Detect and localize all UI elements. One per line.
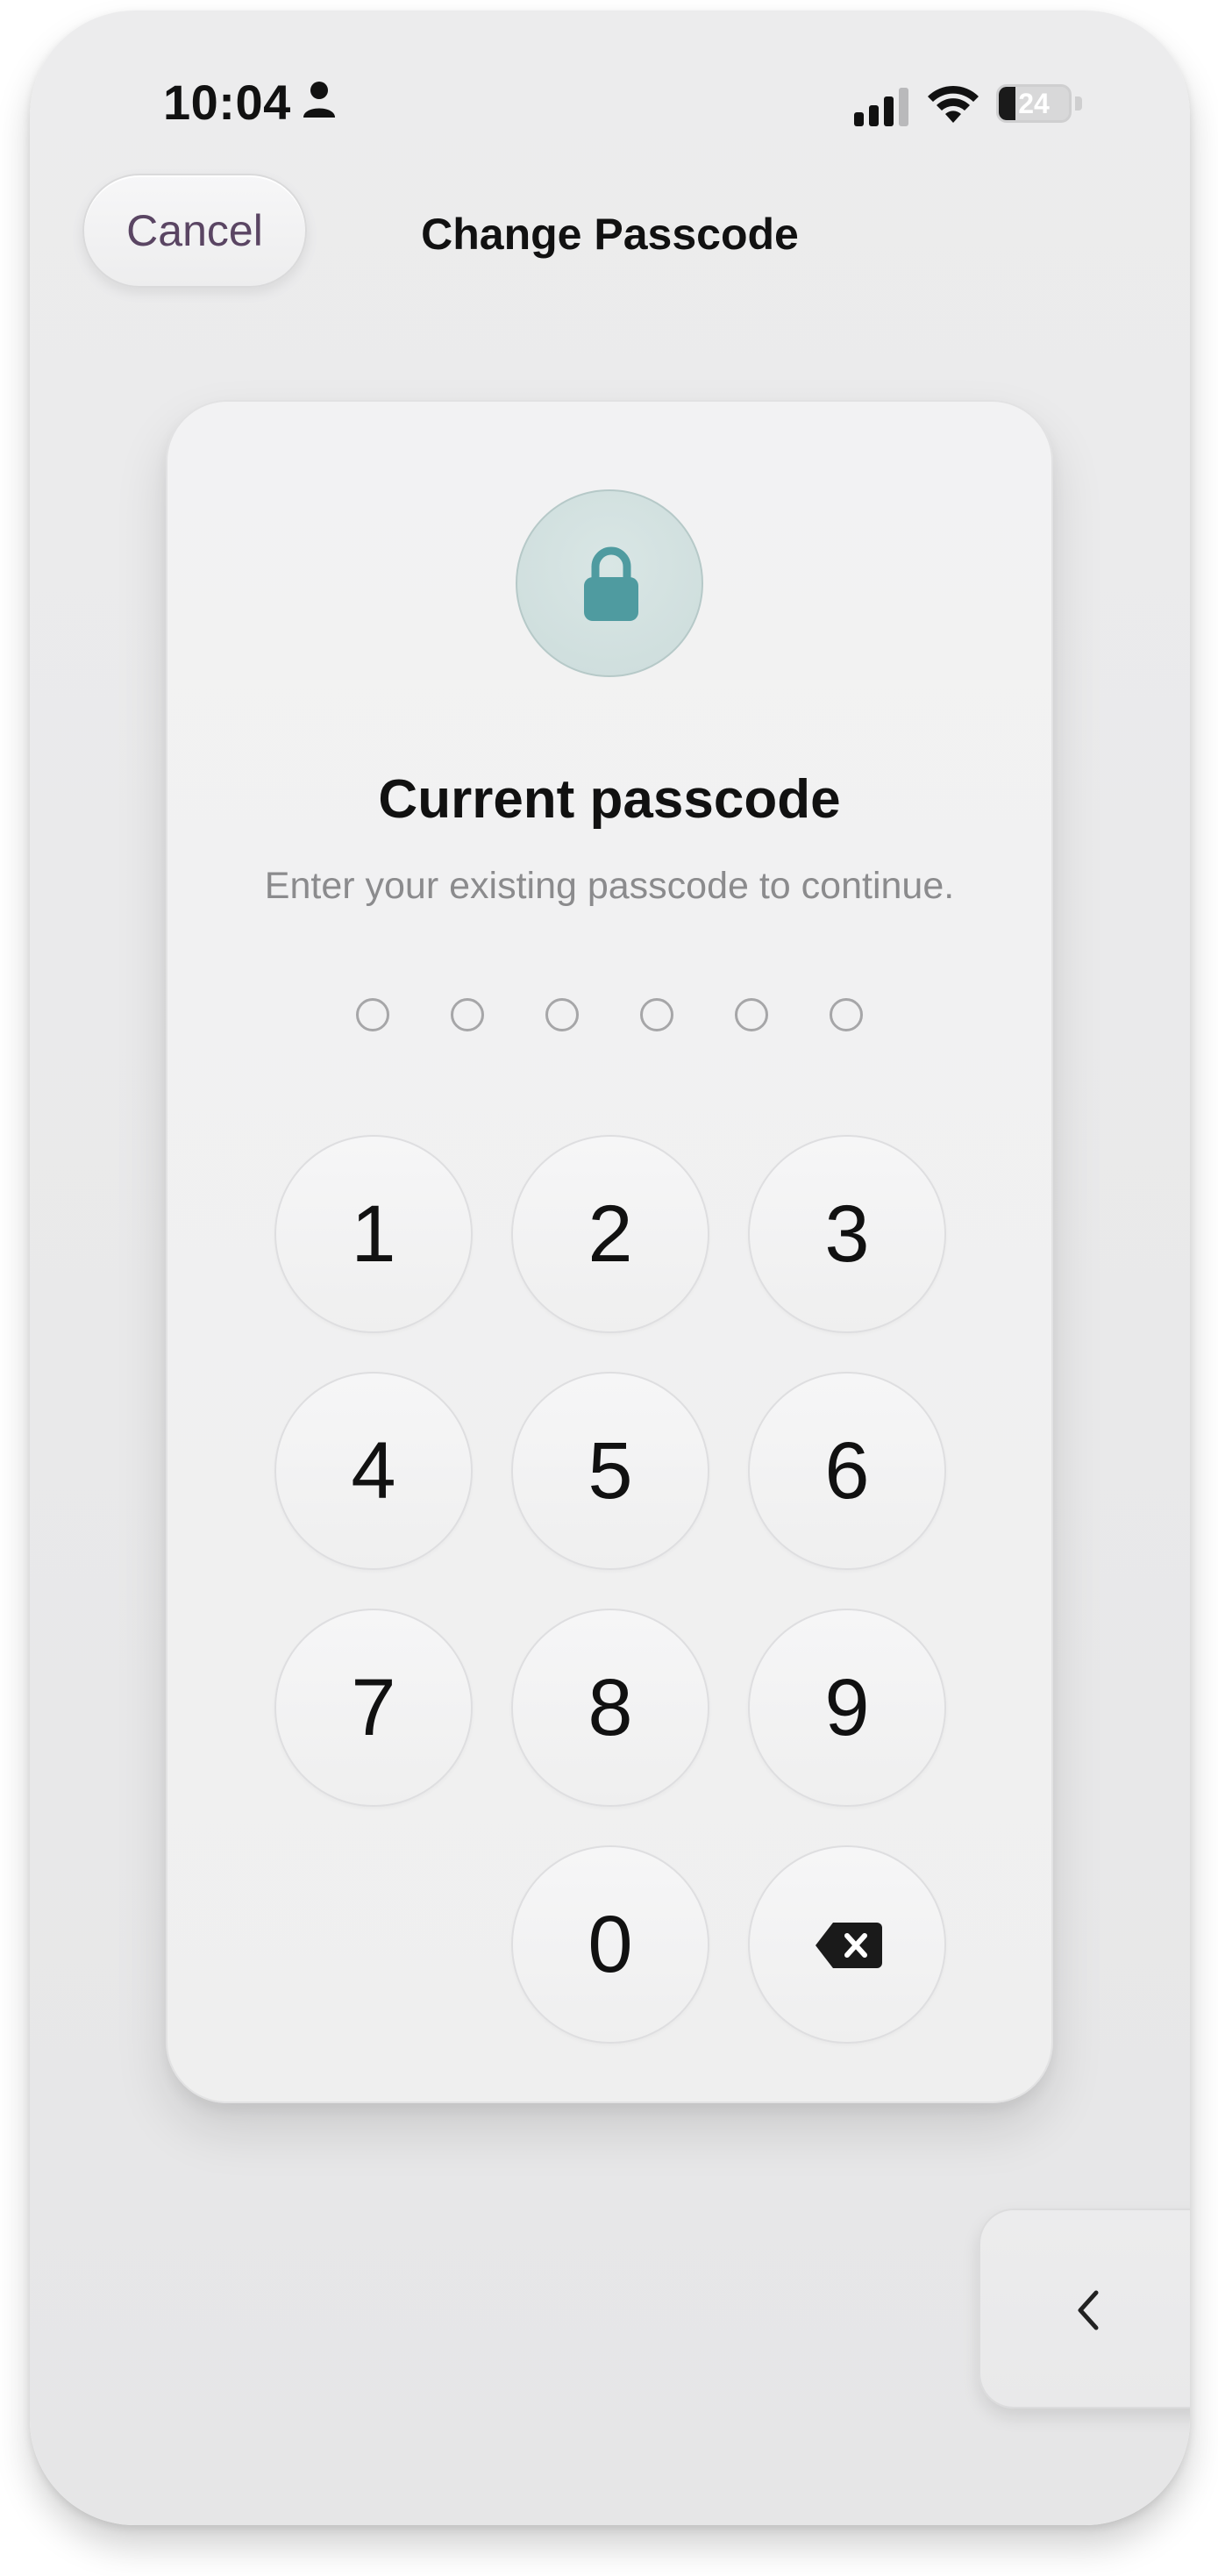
signal-icon <box>854 88 908 126</box>
key-3[interactable]: 3 <box>748 1135 946 1333</box>
passcode-dot <box>830 998 863 1031</box>
passcode-dot <box>451 998 484 1031</box>
battery-icon: 24 <box>996 84 1072 123</box>
battery-tip <box>1075 96 1082 111</box>
card-title: Current passcode <box>378 769 841 830</box>
wifi-icon <box>928 85 979 123</box>
passcode-card: Current passcode Enter your existing pas… <box>166 400 1053 2103</box>
passcode-dot <box>735 998 768 1031</box>
backspace-icon <box>816 1923 882 1968</box>
key-2[interactable]: 2 <box>511 1135 709 1333</box>
cancel-button[interactable]: Cancel <box>82 174 307 288</box>
key-6[interactable]: 6 <box>748 1372 946 1570</box>
lock-icon <box>584 546 638 621</box>
key-7[interactable]: 7 <box>274 1609 473 1807</box>
delete-button[interactable] <box>748 1845 946 2044</box>
passcode-dot <box>640 998 673 1031</box>
passcode-dot <box>545 998 579 1031</box>
card-subtitle: Enter your existing passcode to continue… <box>264 865 955 907</box>
side-tab-button[interactable] <box>979 2209 1190 2408</box>
key-1[interactable]: 1 <box>274 1135 473 1333</box>
chevron-left-icon <box>1078 2290 1099 2330</box>
key-4[interactable]: 4 <box>274 1372 473 1570</box>
status-time: 10:04 <box>163 75 291 130</box>
key-5[interactable]: 5 <box>511 1372 709 1570</box>
passcode-dot <box>356 998 389 1031</box>
passcode-dots <box>167 998 1051 1037</box>
lock-badge <box>516 489 703 677</box>
key-9[interactable]: 9 <box>748 1609 946 1807</box>
page-title: Change Passcode <box>421 210 799 259</box>
phone-screen: 10:04 24 Cancel Change Passcode Current … <box>30 11 1190 2525</box>
person-icon <box>303 82 335 118</box>
battery-level: 24 <box>1018 88 1050 119</box>
key-8[interactable]: 8 <box>511 1609 709 1807</box>
key-0[interactable]: 0 <box>511 1845 709 2044</box>
